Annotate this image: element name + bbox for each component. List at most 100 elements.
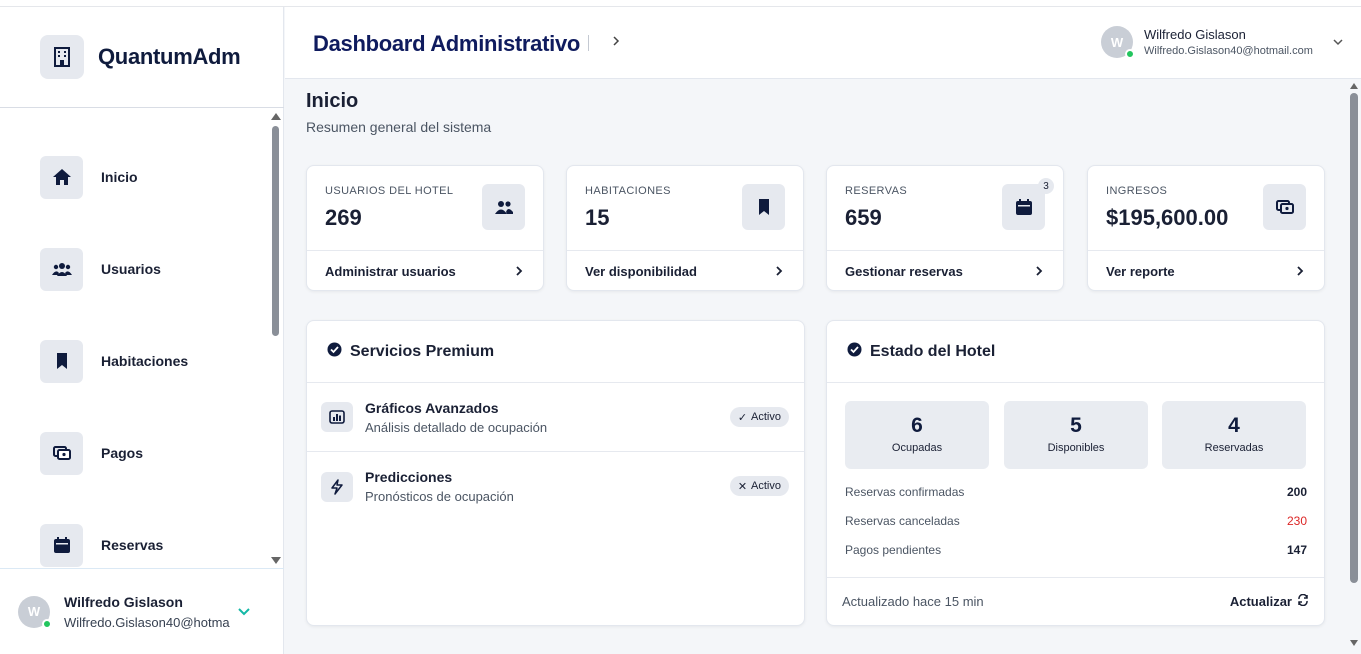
scroll-down-arrow[interactable] (271, 557, 281, 564)
lightning-icon (321, 471, 353, 502)
online-indicator (42, 618, 52, 629)
chevron-right-icon (516, 264, 523, 279)
brand-name: QuantumAdm (98, 44, 241, 69)
avatar: W (18, 595, 52, 629)
stat-link[interactable]: Ver reporte (1088, 250, 1324, 292)
sidebar-item-label: Habitaciones (101, 353, 189, 369)
stat-card-reservas: RESERVAS 659 3 Gestionar reservas (826, 165, 1064, 291)
breadcrumb-chevron-icon[interactable] (612, 33, 620, 49)
stat-label: HABITACIONES (585, 185, 671, 197)
home-icon (40, 155, 83, 199)
summary-row: Reservas confirmadas 200 (845, 485, 1307, 499)
stat-value: 659 (845, 205, 882, 230)
refresh-button[interactable]: Actualizar (1230, 593, 1309, 609)
room-stat-reservadas: 4 Reservadas (1162, 401, 1306, 469)
stat-link[interactable]: Administrar usuarios (307, 250, 543, 292)
page-subtitle: Resumen general del sistema (306, 119, 492, 135)
chevron-right-icon (1036, 264, 1043, 279)
bookmark-icon (742, 184, 785, 230)
scroll-up-arrow[interactable] (1350, 83, 1358, 89)
chevron-down-icon[interactable] (1333, 33, 1343, 51)
status-badge: ✓ Activo (729, 407, 789, 427)
top-header: Dashboard Administrativo W Wilfredo Gisl… (285, 7, 1361, 79)
check-icon: ✓ (737, 411, 748, 424)
sidebar: QuantumAdm Inicio Usuarios Habitaciones … (0, 0, 284, 654)
main-scrollbar[interactable] (1348, 79, 1361, 654)
service-description: Análisis detallado de ocupación (365, 419, 548, 435)
status-badge: ✕ Activo (729, 476, 789, 496)
sidebar-user[interactable]: W Wilfredo Gislason Wilfredo.Gislason40@… (0, 568, 284, 654)
avatar: W (1101, 26, 1135, 59)
wallet-icon (40, 431, 83, 475)
stat-label: INGRESOS (1106, 185, 1168, 197)
wallet-icon (1263, 184, 1306, 230)
user-name: Wilfredo Gislason (1144, 27, 1246, 42)
stat-card-habitaciones: HABITACIONES 15 Ver disponibilidad (566, 165, 804, 291)
stat-label: RESERVAS (845, 185, 908, 197)
sidebar-scrollbar[interactable] (270, 108, 282, 568)
divider (588, 35, 589, 51)
room-stat-disponibles: 5 Disponibles (1004, 401, 1148, 469)
sidebar-item-usuarios[interactable]: Usuarios (40, 247, 161, 291)
last-updated: Actualizado hace 15 min (842, 594, 984, 609)
sidebar-item-inicio[interactable]: Inicio (40, 155, 138, 199)
scrollbar-thumb[interactable] (1350, 93, 1358, 583)
bookmark-icon (40, 339, 83, 383)
list-item[interactable]: Gráficos Avanzados Análisis detallado de… (307, 383, 804, 452)
sidebar-item-label: Usuarios (101, 261, 161, 277)
stat-label: USUARIOS DEL HOTEL (325, 185, 454, 197)
service-title: Predicciones (365, 469, 453, 485)
stat-card-usuarios: USUARIOS DEL HOTEL 269 Administrar usuar… (306, 165, 544, 291)
sidebar-item-habitaciones[interactable]: Habitaciones (40, 339, 188, 383)
sidebar-item-reservas[interactable]: Reservas (40, 523, 163, 567)
page-header-title: Dashboard Administrativo (313, 31, 581, 56)
premium-services-panel: Servicios Premium Gráficos Avanzados Aná… (306, 320, 805, 626)
stat-value: $195,600.00 (1106, 205, 1229, 230)
notification-badge: 3 (1038, 178, 1054, 194)
users-icon (40, 247, 83, 291)
header-user-menu[interactable]: W Wilfredo Gislason Wilfredo.Gislason40@… (1101, 26, 1343, 59)
chevron-right-icon (1297, 264, 1304, 279)
stat-value: 269 (325, 205, 362, 230)
summary-row: Pagos pendientes 147 (845, 543, 1307, 557)
panel-footer: Actualizado hace 15 min Actualizar (827, 577, 1324, 625)
building-icon (40, 35, 84, 79)
summary-row: Reservas canceladas 230 (845, 514, 1307, 528)
user-email: Wilfredo.Gislason40@hotma (64, 614, 230, 630)
panel-header: Estado del Hotel (827, 321, 1324, 383)
check-circle-icon (847, 342, 862, 362)
brand[interactable]: QuantumAdm (0, 7, 284, 108)
service-description: Pronósticos de ocupación (365, 489, 514, 504)
list-item[interactable]: Predicciones Pronósticos de ocupación ✕ … (307, 452, 804, 521)
user-name: Wilfredo Gislason (64, 593, 183, 610)
top-border (0, 0, 1361, 7)
panel-title: Estado del Hotel (870, 342, 996, 360)
sidebar-item-pagos[interactable]: Pagos (40, 431, 143, 475)
calendar-icon (40, 523, 83, 567)
close-icon: ✕ (737, 480, 748, 493)
room-stat-ocupadas: 6 Ocupadas (845, 401, 989, 469)
online-indicator (1125, 49, 1135, 59)
stat-link[interactable]: Gestionar reservas (827, 250, 1063, 292)
check-circle-icon (327, 342, 342, 362)
stat-card-ingresos: INGRESOS $195,600.00 Ver reporte (1087, 165, 1325, 291)
scroll-down-arrow[interactable] (1350, 640, 1358, 646)
service-title: Gráficos Avanzados (365, 399, 499, 416)
sidebar-nav: Inicio Usuarios Habitaciones Pagos Reser… (0, 108, 270, 568)
scroll-up-arrow[interactable] (271, 113, 281, 120)
chevron-right-icon (776, 264, 783, 279)
refresh-icon (1297, 593, 1309, 609)
scrollbar-thumb[interactable] (272, 126, 279, 336)
page-title: Inicio (306, 90, 359, 112)
panel-title: Servicios Premium (350, 342, 495, 360)
hotel-status-panel: Estado del Hotel 6 Ocupadas 5 Disponible… (826, 320, 1325, 626)
sidebar-item-label: Reservas (101, 537, 164, 553)
stat-value: 15 (585, 205, 610, 230)
sidebar-item-label: Inicio (101, 169, 138, 185)
calendar-icon (1002, 184, 1045, 230)
stat-link[interactable]: Ver disponibilidad (567, 250, 803, 292)
users-icon (482, 184, 525, 230)
sidebar-item-label: Pagos (101, 445, 144, 461)
panel-header: Servicios Premium (307, 321, 804, 383)
chevron-down-icon[interactable] (238, 603, 250, 621)
